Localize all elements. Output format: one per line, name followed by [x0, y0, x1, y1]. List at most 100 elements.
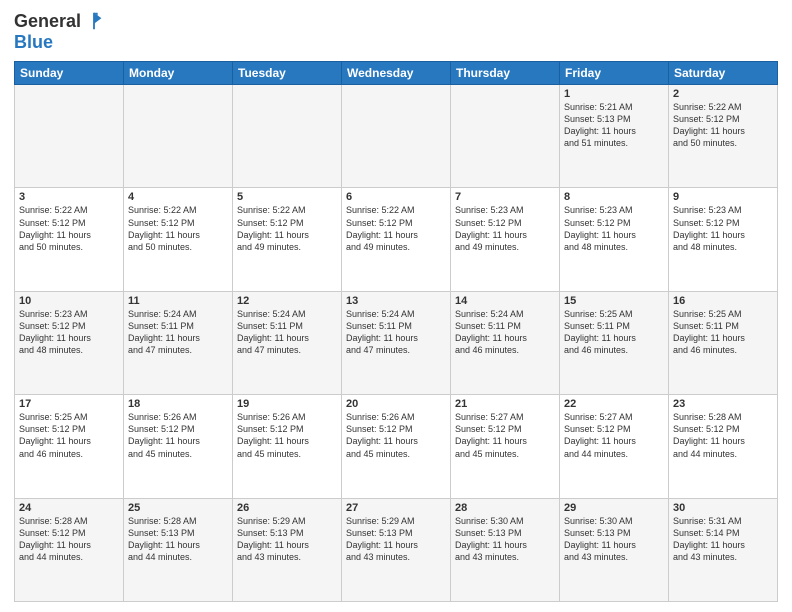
calendar-cell [233, 85, 342, 188]
day-number: 21 [455, 398, 555, 410]
day-info: Sunrise: 5:21 AM Sunset: 5:13 PM Dayligh… [564, 101, 664, 150]
weekday-header-monday: Monday [124, 62, 233, 85]
weekday-header-wednesday: Wednesday [342, 62, 451, 85]
weekday-header-tuesday: Tuesday [233, 62, 342, 85]
day-info: Sunrise: 5:26 AM Sunset: 5:12 PM Dayligh… [346, 411, 446, 460]
page: General Blue SundayMondayTuesdayWednesda… [0, 0, 792, 612]
calendar-cell: 10Sunrise: 5:23 AM Sunset: 5:12 PM Dayli… [15, 291, 124, 394]
day-number: 25 [128, 502, 228, 514]
calendar-cell: 8Sunrise: 5:23 AM Sunset: 5:12 PM Daylig… [560, 188, 669, 291]
day-number: 27 [346, 502, 446, 514]
day-info: Sunrise: 5:22 AM Sunset: 5:12 PM Dayligh… [128, 204, 228, 253]
day-number: 24 [19, 502, 119, 514]
calendar-cell: 23Sunrise: 5:28 AM Sunset: 5:12 PM Dayli… [669, 395, 778, 498]
weekday-header-sunday: Sunday [15, 62, 124, 85]
day-info: Sunrise: 5:29 AM Sunset: 5:13 PM Dayligh… [237, 515, 337, 564]
calendar-cell: 28Sunrise: 5:30 AM Sunset: 5:13 PM Dayli… [451, 498, 560, 601]
day-number: 3 [19, 191, 119, 203]
calendar-cell: 4Sunrise: 5:22 AM Sunset: 5:12 PM Daylig… [124, 188, 233, 291]
day-number: 6 [346, 191, 446, 203]
calendar-cell: 21Sunrise: 5:27 AM Sunset: 5:12 PM Dayli… [451, 395, 560, 498]
day-info: Sunrise: 5:27 AM Sunset: 5:12 PM Dayligh… [455, 411, 555, 460]
day-info: Sunrise: 5:22 AM Sunset: 5:12 PM Dayligh… [673, 101, 773, 150]
day-number: 22 [564, 398, 664, 410]
day-number: 5 [237, 191, 337, 203]
weekday-header-saturday: Saturday [669, 62, 778, 85]
day-number: 9 [673, 191, 773, 203]
day-number: 12 [237, 295, 337, 307]
calendar-cell: 29Sunrise: 5:30 AM Sunset: 5:13 PM Dayli… [560, 498, 669, 601]
calendar-cell: 1Sunrise: 5:21 AM Sunset: 5:13 PM Daylig… [560, 85, 669, 188]
day-info: Sunrise: 5:25 AM Sunset: 5:12 PM Dayligh… [19, 411, 119, 460]
day-info: Sunrise: 5:27 AM Sunset: 5:12 PM Dayligh… [564, 411, 664, 460]
calendar-cell: 27Sunrise: 5:29 AM Sunset: 5:13 PM Dayli… [342, 498, 451, 601]
logo: General Blue [14, 10, 107, 53]
day-number: 30 [673, 502, 773, 514]
calendar-cell: 20Sunrise: 5:26 AM Sunset: 5:12 PM Dayli… [342, 395, 451, 498]
day-info: Sunrise: 5:22 AM Sunset: 5:12 PM Dayligh… [237, 204, 337, 253]
calendar-cell: 12Sunrise: 5:24 AM Sunset: 5:11 PM Dayli… [233, 291, 342, 394]
calendar-cell: 9Sunrise: 5:23 AM Sunset: 5:12 PM Daylig… [669, 188, 778, 291]
calendar-cell: 6Sunrise: 5:22 AM Sunset: 5:12 PM Daylig… [342, 188, 451, 291]
day-info: Sunrise: 5:30 AM Sunset: 5:13 PM Dayligh… [455, 515, 555, 564]
day-info: Sunrise: 5:23 AM Sunset: 5:12 PM Dayligh… [673, 204, 773, 253]
day-number: 7 [455, 191, 555, 203]
calendar-cell: 5Sunrise: 5:22 AM Sunset: 5:12 PM Daylig… [233, 188, 342, 291]
calendar-cell: 18Sunrise: 5:26 AM Sunset: 5:12 PM Dayli… [124, 395, 233, 498]
day-info: Sunrise: 5:23 AM Sunset: 5:12 PM Dayligh… [455, 204, 555, 253]
calendar-cell: 17Sunrise: 5:25 AM Sunset: 5:12 PM Dayli… [15, 395, 124, 498]
day-info: Sunrise: 5:30 AM Sunset: 5:13 PM Dayligh… [564, 515, 664, 564]
calendar-cell: 19Sunrise: 5:26 AM Sunset: 5:12 PM Dayli… [233, 395, 342, 498]
logo-general-text: General [14, 11, 81, 32]
calendar-cell: 15Sunrise: 5:25 AM Sunset: 5:11 PM Dayli… [560, 291, 669, 394]
day-number: 11 [128, 295, 228, 307]
day-info: Sunrise: 5:23 AM Sunset: 5:12 PM Dayligh… [564, 204, 664, 253]
calendar-cell: 22Sunrise: 5:27 AM Sunset: 5:12 PM Dayli… [560, 395, 669, 498]
day-number: 29 [564, 502, 664, 514]
day-number: 1 [564, 88, 664, 100]
calendar-table: SundayMondayTuesdayWednesdayThursdayFrid… [14, 61, 778, 602]
day-number: 23 [673, 398, 773, 410]
calendar-cell: 13Sunrise: 5:24 AM Sunset: 5:11 PM Dayli… [342, 291, 451, 394]
day-info: Sunrise: 5:23 AM Sunset: 5:12 PM Dayligh… [19, 308, 119, 357]
calendar-cell: 14Sunrise: 5:24 AM Sunset: 5:11 PM Dayli… [451, 291, 560, 394]
day-info: Sunrise: 5:31 AM Sunset: 5:14 PM Dayligh… [673, 515, 773, 564]
day-info: Sunrise: 5:22 AM Sunset: 5:12 PM Dayligh… [346, 204, 446, 253]
weekday-header-thursday: Thursday [451, 62, 560, 85]
day-info: Sunrise: 5:24 AM Sunset: 5:11 PM Dayligh… [237, 308, 337, 357]
day-number: 18 [128, 398, 228, 410]
calendar-cell: 16Sunrise: 5:25 AM Sunset: 5:11 PM Dayli… [669, 291, 778, 394]
day-info: Sunrise: 5:24 AM Sunset: 5:11 PM Dayligh… [346, 308, 446, 357]
calendar-cell [342, 85, 451, 188]
logo-blue-text: Blue [14, 32, 53, 52]
day-number: 20 [346, 398, 446, 410]
calendar-cell: 3Sunrise: 5:22 AM Sunset: 5:12 PM Daylig… [15, 188, 124, 291]
day-info: Sunrise: 5:25 AM Sunset: 5:11 PM Dayligh… [564, 308, 664, 357]
calendar-cell: 2Sunrise: 5:22 AM Sunset: 5:12 PM Daylig… [669, 85, 778, 188]
calendar-cell [451, 85, 560, 188]
day-info: Sunrise: 5:28 AM Sunset: 5:12 PM Dayligh… [19, 515, 119, 564]
day-number: 13 [346, 295, 446, 307]
day-info: Sunrise: 5:24 AM Sunset: 5:11 PM Dayligh… [128, 308, 228, 357]
day-info: Sunrise: 5:24 AM Sunset: 5:11 PM Dayligh… [455, 308, 555, 357]
calendar-cell: 30Sunrise: 5:31 AM Sunset: 5:14 PM Dayli… [669, 498, 778, 601]
day-number: 10 [19, 295, 119, 307]
day-info: Sunrise: 5:28 AM Sunset: 5:12 PM Dayligh… [673, 411, 773, 460]
day-info: Sunrise: 5:28 AM Sunset: 5:13 PM Dayligh… [128, 515, 228, 564]
day-number: 26 [237, 502, 337, 514]
calendar-cell: 26Sunrise: 5:29 AM Sunset: 5:13 PM Dayli… [233, 498, 342, 601]
day-number: 15 [564, 295, 664, 307]
day-info: Sunrise: 5:26 AM Sunset: 5:12 PM Dayligh… [128, 411, 228, 460]
calendar-cell [124, 85, 233, 188]
day-info: Sunrise: 5:29 AM Sunset: 5:13 PM Dayligh… [346, 515, 446, 564]
logo-flag-icon [83, 10, 105, 32]
day-info: Sunrise: 5:26 AM Sunset: 5:12 PM Dayligh… [237, 411, 337, 460]
weekday-header-friday: Friday [560, 62, 669, 85]
day-number: 4 [128, 191, 228, 203]
header: General Blue [14, 10, 778, 53]
day-info: Sunrise: 5:22 AM Sunset: 5:12 PM Dayligh… [19, 204, 119, 253]
calendar-cell: 24Sunrise: 5:28 AM Sunset: 5:12 PM Dayli… [15, 498, 124, 601]
calendar-cell: 7Sunrise: 5:23 AM Sunset: 5:12 PM Daylig… [451, 188, 560, 291]
calendar-cell: 11Sunrise: 5:24 AM Sunset: 5:11 PM Dayli… [124, 291, 233, 394]
day-number: 16 [673, 295, 773, 307]
